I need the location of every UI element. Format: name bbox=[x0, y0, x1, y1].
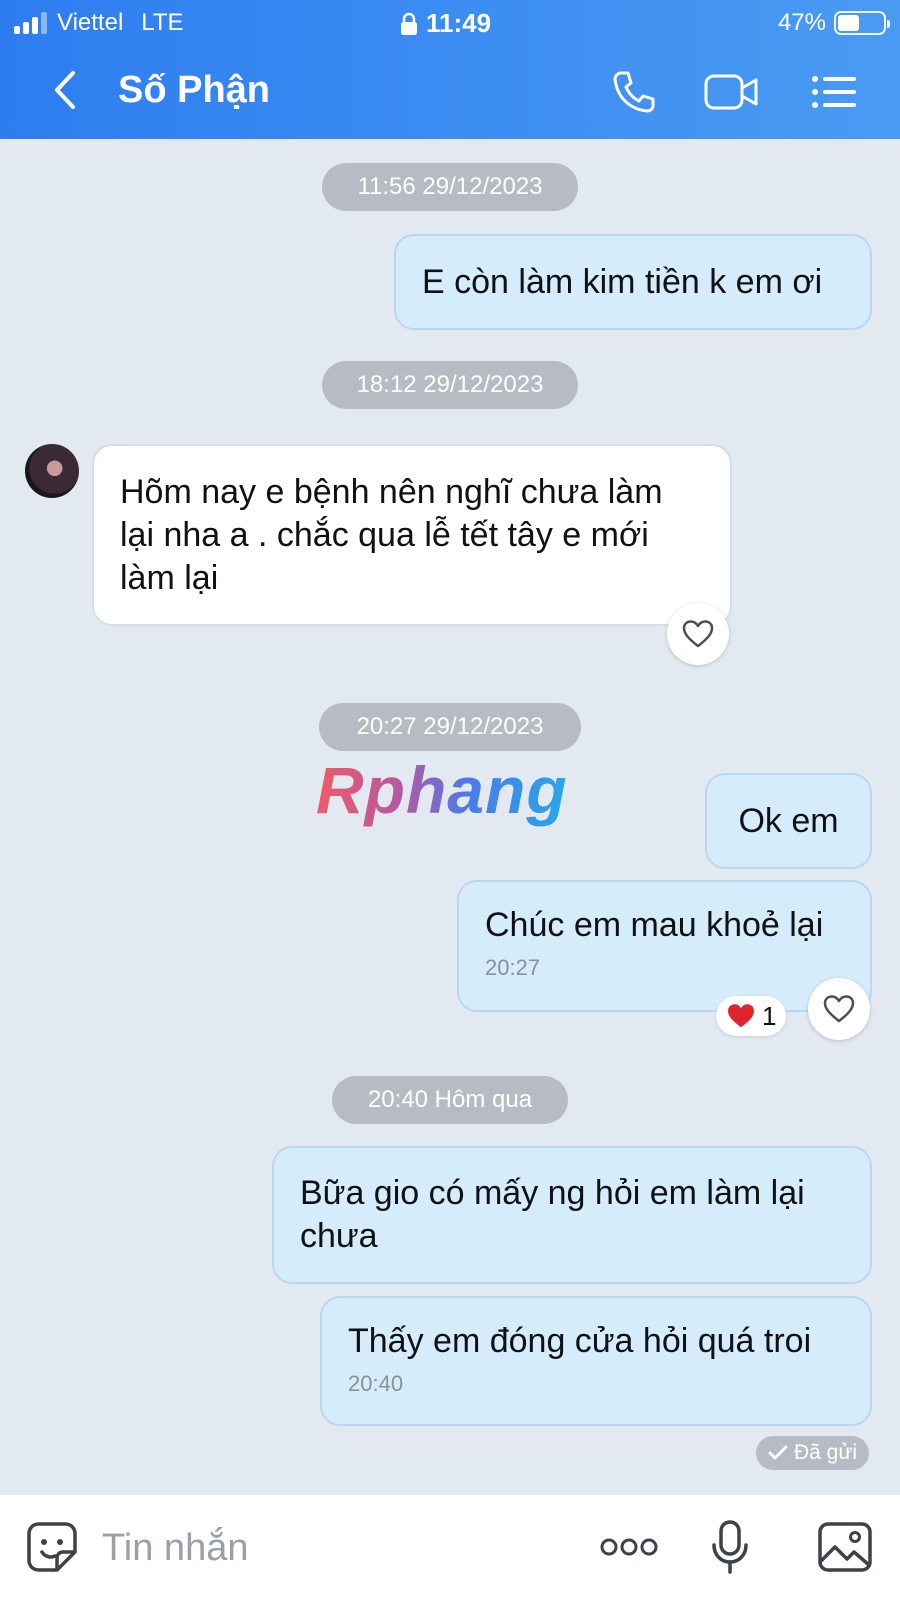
message-line: Hõm nay e bệnh nên nghĩ chưa làm bbox=[120, 472, 663, 511]
lock-icon bbox=[401, 12, 417, 35]
heart-outline-icon bbox=[823, 995, 855, 1023]
message-input[interactable] bbox=[102, 1523, 562, 1573]
battery-percent: 47% bbox=[777, 9, 826, 36]
checkmark-icon bbox=[768, 1445, 788, 1460]
message-time: 20:27 bbox=[485, 955, 541, 980]
message-line: Bữa gio có mấy ng hỏi em làm lại bbox=[300, 1174, 805, 1212]
voice-record-button[interactable] bbox=[700, 1517, 760, 1577]
microphone-icon bbox=[712, 1520, 748, 1574]
timestamp-pill: 20:40 Hôm qua bbox=[332, 1076, 568, 1124]
incoming-message[interactable]: Hõm nay e bệnh nên nghĩ chưa làm lại nha… bbox=[92, 444, 732, 626]
chat-options-button[interactable] bbox=[806, 67, 862, 117]
back-chevron-icon bbox=[55, 71, 75, 109]
message-line: làm lại bbox=[120, 558, 219, 597]
voice-call-button[interactable] bbox=[606, 67, 662, 117]
video-call-button[interactable] bbox=[704, 67, 760, 117]
message-time: 20:40 bbox=[348, 1371, 404, 1396]
watermark-logo: Rphang bbox=[316, 753, 568, 827]
contact-name[interactable]: Số Phận bbox=[118, 69, 270, 112]
outgoing-message[interactable]: Bữa gio có mấy ng hỏi em làm lại chưa bbox=[272, 1146, 872, 1284]
red-heart-icon bbox=[728, 1004, 754, 1028]
timestamp-pill: 20:27 29/12/2023 bbox=[319, 703, 581, 751]
menu-list-icon bbox=[812, 76, 856, 108]
phone-call-icon bbox=[613, 71, 655, 113]
react-heart-button[interactable] bbox=[667, 603, 729, 665]
outgoing-message[interactable]: Chúc em mau khoẻ lại 20:27 bbox=[457, 880, 872, 1012]
message-text: Ok em bbox=[738, 801, 839, 840]
react-heart-button[interactable] bbox=[808, 978, 870, 1040]
photo-picker-button[interactable] bbox=[815, 1517, 875, 1577]
nav-bar: Số Phận bbox=[0, 55, 900, 130]
status-bar: Viettel LTE 11:49 47% bbox=[0, 0, 900, 45]
video-call-icon bbox=[704, 74, 758, 110]
message-line: lại nha a . chắc qua lễ tết tây e mới bbox=[120, 515, 649, 554]
carrier-info: Viettel LTE bbox=[14, 9, 184, 37]
timestamp-pill: 18:12 29/12/2023 bbox=[322, 361, 578, 409]
back-button[interactable] bbox=[40, 65, 90, 115]
sticker-smile-icon bbox=[27, 1522, 77, 1572]
sticker-button[interactable] bbox=[22, 1517, 82, 1577]
message-text: Thấy em đóng cửa hỏi quá troi bbox=[348, 1322, 812, 1360]
message-line: chưa bbox=[300, 1217, 378, 1255]
contact-avatar[interactable] bbox=[25, 444, 79, 498]
sent-status-text: Đã gửi bbox=[794, 1441, 858, 1464]
battery-indicator: 47% bbox=[777, 9, 890, 37]
sent-status-badge: Đã gửi bbox=[756, 1436, 870, 1470]
image-gallery-icon bbox=[818, 1522, 872, 1572]
message-text: E còn làm kim tiền k em ơi bbox=[422, 262, 823, 301]
message-list[interactable]: 11:56 29/12/2023 E còn làm kim tiền k em… bbox=[0, 139, 900, 1495]
status-time: 11:49 bbox=[400, 8, 491, 39]
network-type: LTE bbox=[141, 9, 184, 36]
outgoing-message[interactable]: Ok em bbox=[705, 773, 872, 869]
composer-bar bbox=[0, 1495, 900, 1600]
timestamp-pill: 11:56 29/12/2023 bbox=[322, 163, 578, 211]
message-text: Chúc em mau khoẻ lại bbox=[485, 906, 824, 944]
clock-text: 11:49 bbox=[426, 8, 492, 38]
battery-icon bbox=[834, 11, 890, 35]
more-options-button[interactable] bbox=[596, 1517, 662, 1577]
signal-bars-icon bbox=[14, 12, 47, 34]
heart-outline-icon bbox=[682, 620, 714, 648]
reaction-summary[interactable]: 1 bbox=[716, 996, 787, 1036]
chat-header: Viettel LTE 11:49 47% Số Phận bbox=[0, 0, 900, 139]
more-dots-icon bbox=[600, 1538, 658, 1556]
carrier-name: Viettel bbox=[57, 9, 124, 36]
outgoing-message[interactable]: E còn làm kim tiền k em ơi bbox=[394, 234, 872, 330]
reaction-count: 1 bbox=[762, 1000, 777, 1031]
outgoing-message[interactable]: Thấy em đóng cửa hỏi quá troi 20:40 bbox=[320, 1296, 872, 1426]
